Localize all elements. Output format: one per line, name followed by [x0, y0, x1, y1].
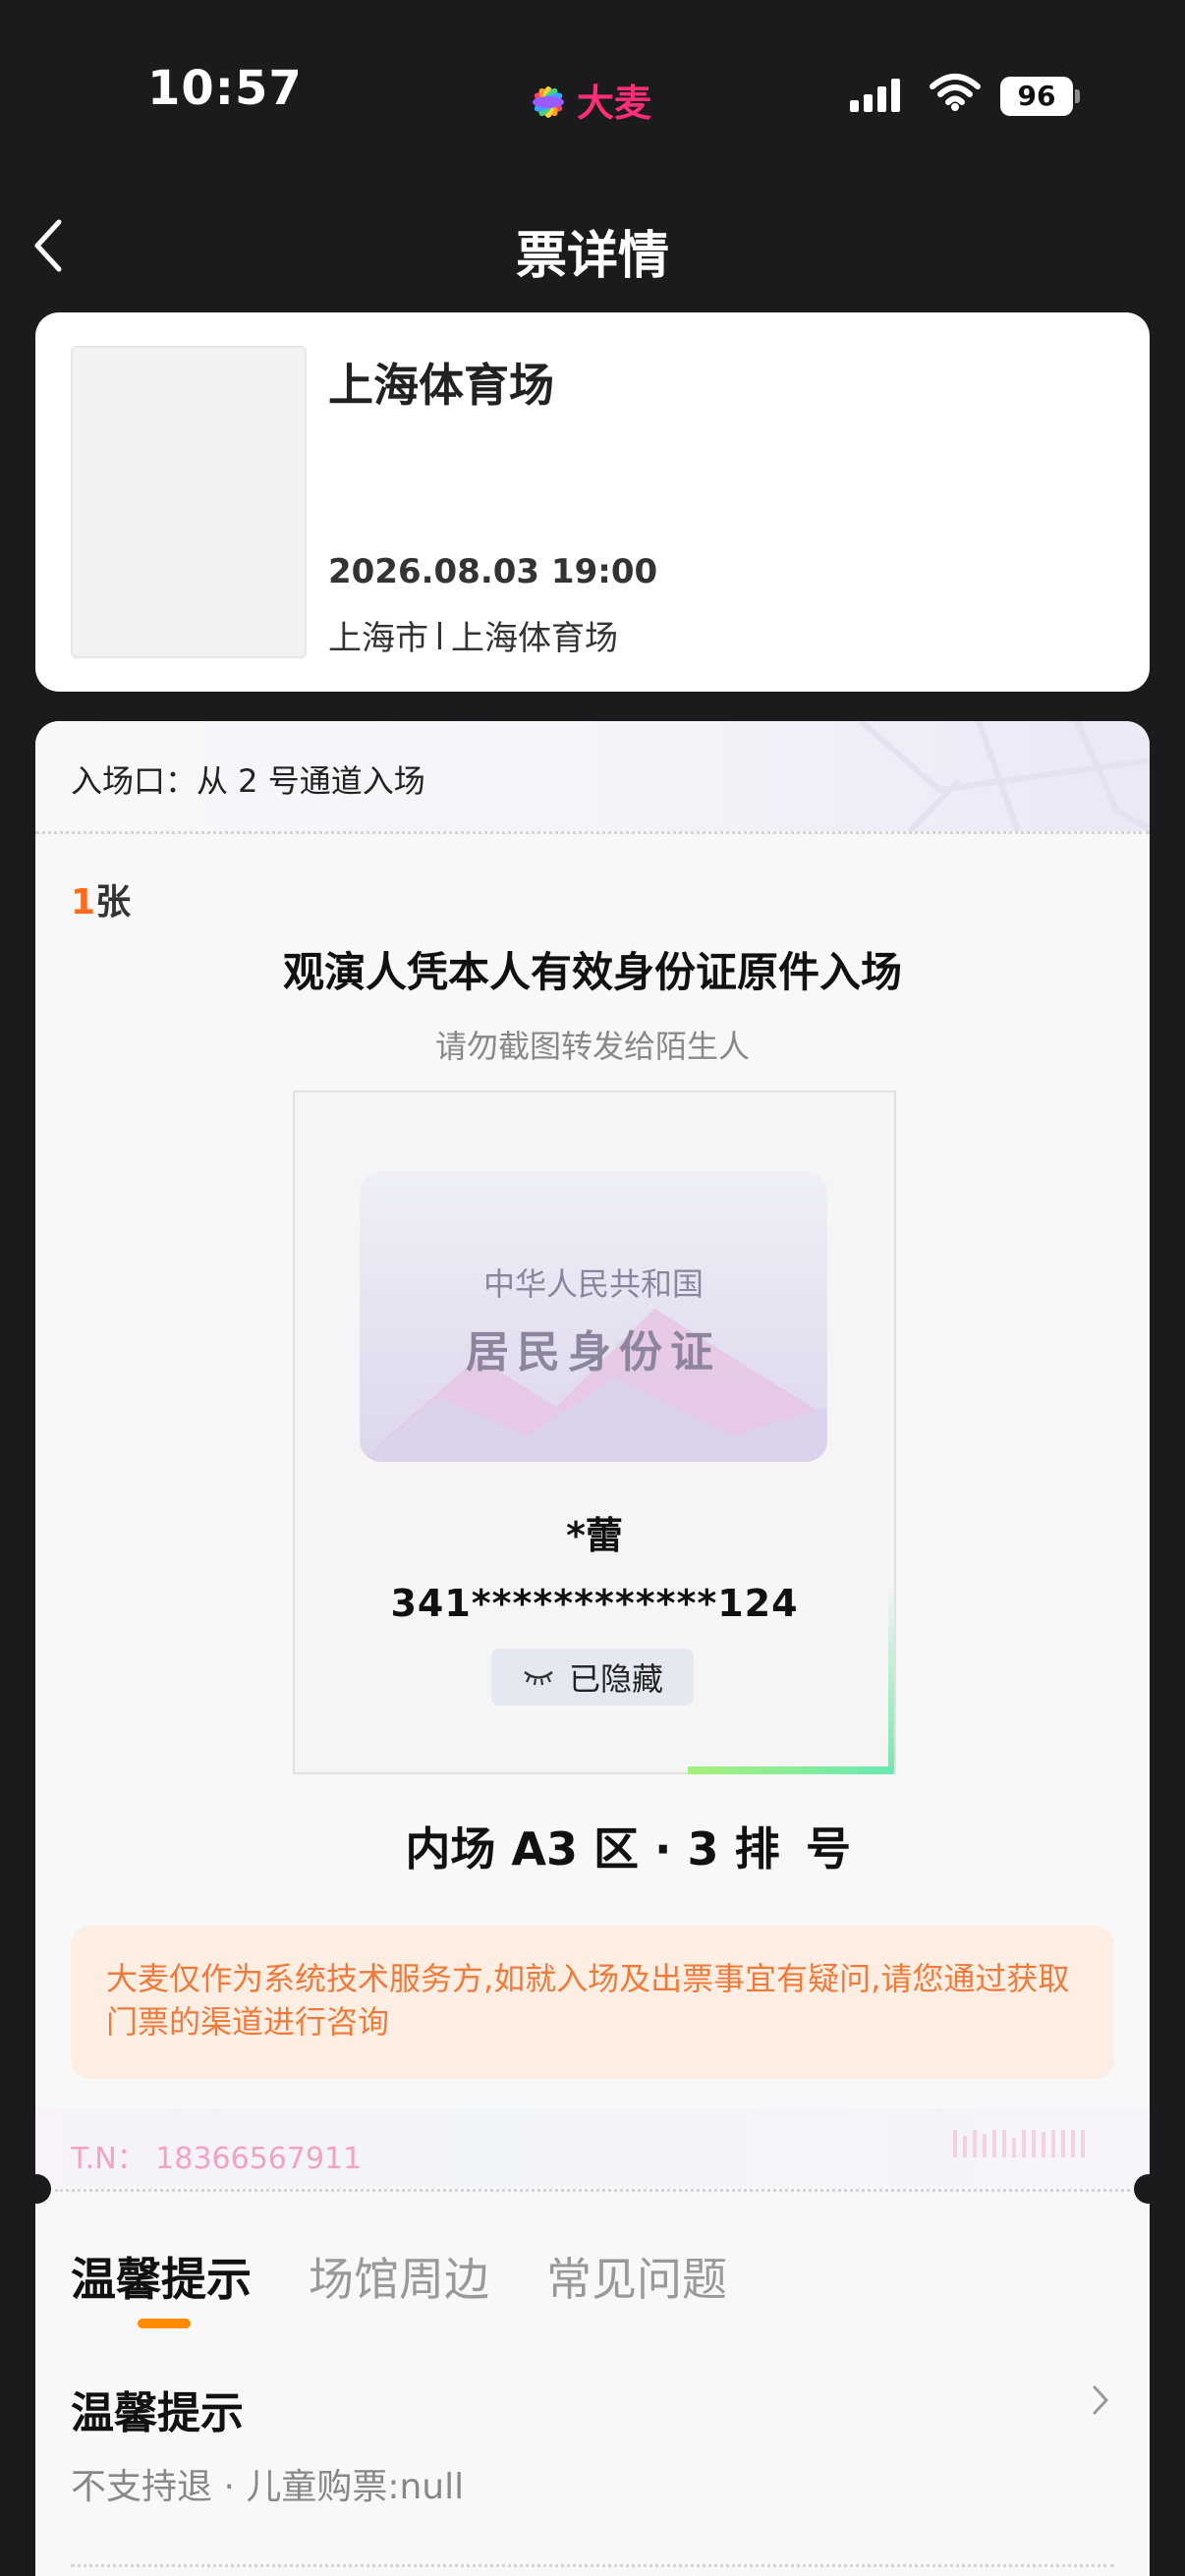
section-divider [71, 2564, 1114, 2567]
perforation-line [55, 2189, 1130, 2192]
id-type-text: 居民身份证 [466, 1327, 721, 1377]
cellular-signal-icon [850, 79, 900, 112]
tips-body: 不支持退 · 儿童购票:null [71, 2467, 465, 2507]
tab-venue-nearby[interactable]: 场馆周边 [309, 2244, 489, 2309]
battery-indicator: 96 [1000, 77, 1073, 116]
ticket-count-unit: 张 [95, 882, 132, 923]
page-title: 票详情 [515, 227, 669, 286]
hidden-toggle-button[interactable]: 已隐藏 [491, 1649, 694, 1706]
id-card-graphic: 中华人民共和国 居民身份证 [360, 1171, 827, 1462]
tab-warm-tips[interactable]: 温馨提示 [71, 2244, 252, 2309]
event-venue-title: 上海体育场 [328, 359, 554, 412]
brand-name: 大麦 [577, 82, 652, 125]
chevron-right-icon[interactable] [1091, 2383, 1110, 2421]
ticket-number: T.N： 18366567911 [71, 2142, 363, 2176]
ticket-notch-right [1134, 2174, 1163, 2204]
event-datetime: 2026.08.03 19:00 [328, 552, 658, 591]
id-number: 341************124 [390, 1582, 799, 1625]
tips-section-title[interactable]: 温馨提示 [71, 2378, 244, 2440]
seat-area: 内场 A3 区 · 3 排 [405, 1822, 780, 1876]
id-credential-box: 中华人民共和国 居民身份证 *蕾 341************124 已隐藏 [293, 1091, 896, 1774]
seat-number-suffix: 号 [806, 1822, 851, 1876]
brand-logo: 大麦 [526, 73, 651, 127]
tab-faq[interactable]: 常见问题 [546, 2244, 727, 2309]
damai-flower-icon [533, 85, 564, 118]
event-city: 上海市 [328, 619, 428, 658]
event-poster [71, 346, 307, 658]
event-location: 上海市 上海体育场 [328, 611, 618, 659]
scan-accent-horizontal [688, 1766, 894, 1774]
battery-tip [1075, 89, 1080, 103]
holder-name: *蕾 [566, 1514, 623, 1557]
hidden-label: 已隐藏 [568, 1660, 663, 1698]
scan-accent-vertical [888, 1584, 894, 1770]
barcode-strip [953, 2130, 1085, 2157]
ticket-count: 1张 [71, 873, 131, 924]
entry-band: 入场口：从 2 号通道入场 [35, 721, 1150, 831]
divider [35, 831, 1150, 834]
wifi-icon [929, 73, 982, 116]
ticket-count-number: 1 [71, 882, 96, 923]
screenshot-warning: 请勿截图转发给陌生人 [434, 1028, 750, 1065]
service-notice: 大麦仅作为系统技术服务方,如就入场及出票事宜有疑问,请您通过获取门票的渠道进行咨… [71, 1926, 1114, 2079]
closed-eye-icon [524, 1670, 553, 1686]
location-divider [438, 621, 441, 649]
ticket-notch-left [22, 2174, 51, 2204]
ticket-card: 入场口：从 2 号通道入场 1张 观演人凭本人有效身份证原件入场 请勿截图转发给… [35, 721, 1150, 2576]
id-requirement-title: 观演人凭本人有效身份证原件入场 [282, 948, 902, 996]
info-tabs: 温馨提示 场馆周边 常见问题 [71, 2244, 727, 2309]
entry-gate: 入场口：从 2 号通道入场 [71, 762, 425, 800]
service-notice-text: 大麦仅作为系统技术服务方,如就入场及出票事宜有疑问,请您通过获取门票的渠道进行咨… [106, 1960, 1070, 2041]
map-pattern [859, 721, 1150, 831]
id-country-text: 中华人民共和国 [482, 1265, 704, 1303]
status-time: 10:57 [147, 61, 303, 116]
active-tab-indicator [138, 2319, 191, 2328]
event-venue-name: 上海体育场 [451, 619, 618, 658]
event-card[interactable]: 上海体育场 2026.08.03 19:00 上海市 上海体育场 [35, 312, 1150, 692]
seat-info: 内场 A3 区 · 3 排 [35, 1814, 1150, 1878]
